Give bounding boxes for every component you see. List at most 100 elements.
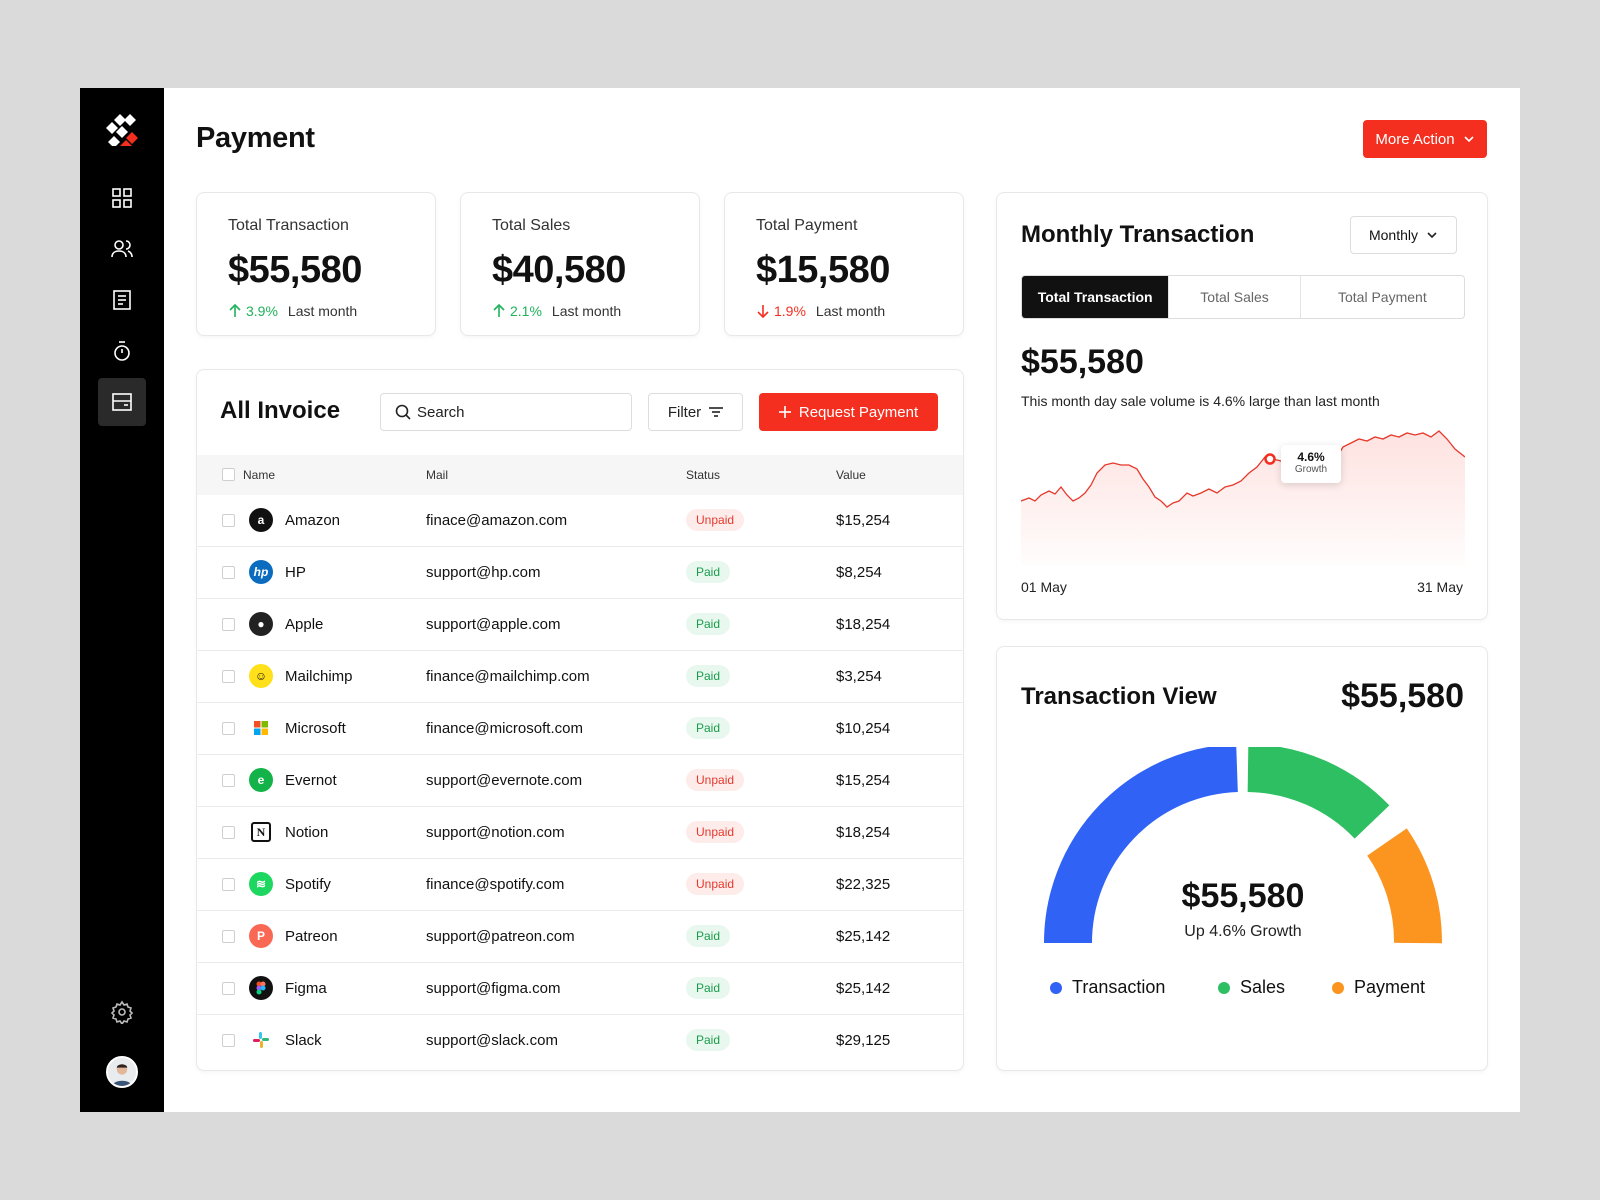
tab-total-sales[interactable]: Total Sales [1169, 276, 1301, 318]
stat-trend: 3.9% Last month [228, 303, 357, 319]
stat-trend: 2.1% Last month [492, 303, 621, 319]
table-row[interactable]: hp HP support@hp.com Paid $8,254 [197, 547, 963, 599]
stat-label: Total Transaction [228, 217, 349, 234]
row-name: Apple [285, 616, 324, 633]
gauge-segment-sales [1247, 747, 1390, 840]
users-icon [111, 240, 133, 258]
notion-logo-icon: N [251, 822, 271, 842]
column-value[interactable]: Value [836, 468, 866, 482]
tooltip-percent: 4.6% [1297, 450, 1325, 464]
stat-card-payment: Total Payment $15,580 1.9% Last month [724, 192, 964, 336]
row-checkbox[interactable] [222, 722, 235, 735]
row-checkbox[interactable] [222, 566, 235, 579]
microsoft-logo-icon [249, 716, 273, 740]
nav-users[interactable] [98, 225, 146, 273]
row-name: Mailchimp [285, 668, 353, 685]
nav-dashboard[interactable] [98, 174, 146, 222]
gauge-center-subtitle: Up 4.6% Growth [1184, 923, 1302, 940]
legend-dot-sales [1218, 981, 1230, 994]
table-row[interactable]: Slack support@slack.com Paid $29,125 [197, 1015, 963, 1067]
arrow-up-icon [493, 304, 505, 317]
column-mail[interactable]: Mail [426, 468, 448, 482]
row-mail: support@slack.com [426, 1032, 558, 1049]
row-checkbox[interactable] [222, 670, 235, 683]
chevron-down-icon [1427, 232, 1437, 239]
user-avatar[interactable] [106, 1056, 138, 1088]
growth-tooltip: 4.6% Growth [1281, 445, 1341, 483]
row-value: $8,254 [836, 564, 882, 581]
x-axis-start: 01 May [1021, 579, 1067, 595]
filter-button[interactable]: Filter [648, 393, 743, 431]
row-checkbox[interactable] [222, 930, 235, 943]
row-name: Notion [285, 824, 329, 841]
more-action-label: More Action [1375, 130, 1455, 148]
legend-transaction: Transaction [1050, 977, 1165, 998]
table-row[interactable]: e Evernot support@evernote.com Unpaid $1… [197, 755, 963, 807]
status-badge: Paid [686, 561, 731, 583]
arrow-up-icon [229, 304, 241, 317]
brand-logo-icon[interactable] [106, 114, 138, 146]
table-row[interactable]: a Amazon finace@amazon.com Unpaid $15,25… [197, 495, 963, 547]
nav-settings[interactable] [98, 988, 146, 1036]
monthly-title: Monthly Transaction [1021, 221, 1255, 248]
table-row[interactable]: ☺ Mailchimp finance@mailchimp.com Paid $… [197, 651, 963, 703]
hp-logo-icon: hp [249, 560, 273, 584]
row-name: Amazon [285, 512, 341, 529]
table-row[interactable]: P Patreon support@patreon.com Paid $25,1… [197, 911, 963, 963]
request-payment-button[interactable]: Request Payment [759, 393, 938, 431]
row-value: $25,142 [836, 980, 891, 997]
row-value: $22,325 [836, 876, 891, 893]
stat-percent: 3.9% [246, 303, 278, 319]
grid-icon [112, 188, 132, 208]
mailchimp-logo-icon: ☺ [249, 664, 273, 688]
legend-label: Sales [1240, 977, 1286, 997]
table-row[interactable]: ≋ Spotify finance@spotify.com Unpaid $22… [197, 859, 963, 911]
row-checkbox[interactable] [222, 878, 235, 891]
chart-highlight-point [1264, 453, 1276, 465]
nav-documents[interactable] [98, 276, 146, 324]
stat-percent: 2.1% [510, 303, 542, 319]
stopwatch-icon [114, 341, 130, 361]
invoice-title: All Invoice [220, 397, 341, 424]
row-checkbox[interactable] [222, 774, 235, 787]
table-row[interactable]: Figma support@figma.com Paid $25,142 [197, 963, 963, 1015]
search-input[interactable]: Search [380, 393, 632, 431]
monthly-line-chart [1021, 430, 1465, 565]
stat-note: Last month [815, 303, 886, 319]
legend-payment: Payment [1332, 977, 1425, 998]
nav-payment[interactable] [98, 378, 146, 426]
legend-label: Transaction [1072, 977, 1166, 997]
row-checkbox[interactable] [222, 514, 235, 527]
table-row[interactable]: Microsoft finance@microsoft.com Paid $10… [197, 703, 963, 755]
period-dropdown[interactable]: Monthly [1350, 216, 1457, 254]
nav-timer[interactable] [98, 327, 146, 375]
table-row[interactable]: N Notion support@notion.com Unpaid $18,2… [197, 807, 963, 859]
table-header: Name Mail Status Value [197, 455, 963, 495]
transaction-view-card: Transaction View $55,580 $55,580 Up 4.6%… [996, 646, 1488, 1071]
column-name[interactable]: Name [243, 468, 275, 482]
row-name: Figma [285, 980, 327, 997]
row-mail: support@evernote.com [426, 772, 583, 789]
table-row[interactable]: ● Apple support@apple.com Paid $18,254 [197, 599, 963, 651]
status-badge: Paid [686, 717, 731, 739]
more-action-button[interactable]: More Action [1363, 120, 1487, 158]
row-value: $10,254 [836, 720, 891, 737]
stat-label: Total Payment [756, 217, 858, 234]
tab-total-payment[interactable]: Total Payment [1301, 276, 1464, 318]
monthly-value: $55,580 [1021, 343, 1144, 381]
period-label: Monthly [1368, 227, 1419, 243]
row-checkbox[interactable] [222, 826, 235, 839]
chevron-down-icon [1464, 136, 1474, 143]
status-badge: Unpaid [686, 769, 745, 791]
apple-logo-icon: ● [249, 612, 273, 636]
column-status[interactable]: Status [686, 468, 720, 482]
row-checkbox[interactable] [222, 618, 235, 631]
stat-label: Total Sales [492, 217, 571, 234]
row-checkbox[interactable] [222, 1034, 235, 1047]
row-mail: support@figma.com [426, 980, 561, 997]
tab-total-transaction[interactable]: Total Transaction [1022, 276, 1170, 318]
row-mail: support@apple.com [426, 616, 561, 633]
row-mail: finance@mailchimp.com [426, 668, 590, 685]
row-checkbox[interactable] [222, 982, 235, 995]
select-all-checkbox[interactable] [222, 468, 235, 481]
